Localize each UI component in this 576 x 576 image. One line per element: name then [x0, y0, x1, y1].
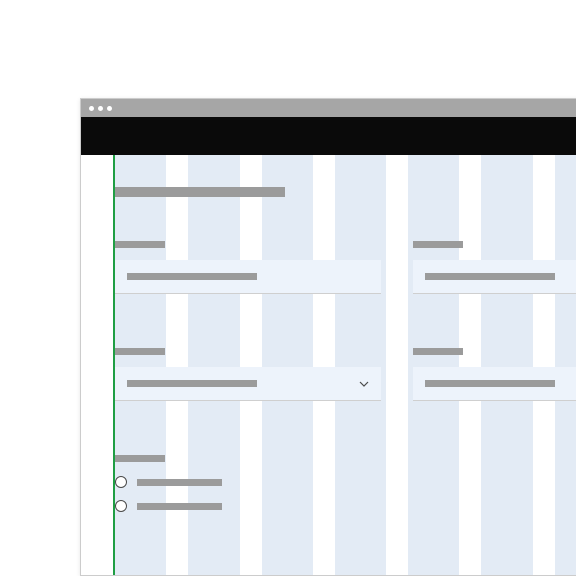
radio-group-label	[115, 455, 165, 462]
radio-option-2[interactable]	[115, 500, 576, 512]
field-4	[413, 348, 576, 401]
field-2-placeholder	[425, 273, 555, 280]
app-menubar	[81, 117, 576, 155]
radio-icon	[115, 476, 127, 488]
traffic-light-minimize[interactable]	[98, 106, 103, 111]
field-1	[115, 241, 381, 294]
field-1-input[interactable]	[115, 260, 381, 294]
field-3-select[interactable]	[115, 367, 381, 401]
traffic-light-close[interactable]	[89, 106, 94, 111]
field-4-label	[413, 348, 463, 355]
field-3-placeholder	[127, 380, 257, 387]
browser-window	[80, 98, 576, 576]
accent-rule	[113, 155, 115, 575]
radio-option-1[interactable]	[115, 476, 576, 488]
traffic-light-zoom[interactable]	[107, 106, 112, 111]
field-1-label	[115, 241, 165, 248]
field-3	[115, 348, 381, 401]
radio-option-1-label	[137, 479, 222, 486]
field-2-label	[413, 241, 463, 248]
page-title	[115, 187, 285, 197]
radio-option-2-label	[137, 503, 222, 510]
field-3-label	[115, 348, 165, 355]
window-titlebar	[81, 99, 576, 117]
field-4-placeholder	[425, 380, 555, 387]
field-2-input[interactable]	[413, 260, 576, 294]
field-4-input[interactable]	[413, 367, 576, 401]
radio-icon	[115, 500, 127, 512]
form	[115, 155, 576, 548]
page-content	[81, 155, 576, 575]
chevron-down-icon	[359, 379, 369, 389]
field-2	[413, 241, 576, 294]
field-1-placeholder	[127, 273, 257, 280]
